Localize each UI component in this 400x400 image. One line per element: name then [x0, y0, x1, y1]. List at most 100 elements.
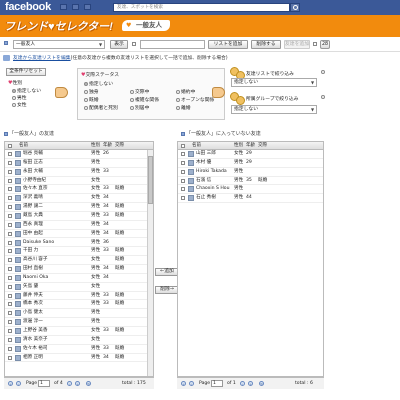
row-checkbox[interactable]: [8, 187, 12, 192]
relationship-option[interactable]: 交際中: [130, 88, 149, 95]
reset-filters-button[interactable]: 全条件リセット: [6, 68, 46, 76]
edit-friend-lists-link[interactable]: 友達から友達リストを編集: [13, 56, 71, 61]
table-row[interactable]: 山田 三郎 女性 29: [178, 150, 323, 159]
column-header-status[interactable]: 交際: [258, 142, 267, 150]
table-row[interactable]: 佐々木 裕司 男性 33 既婚: [5, 345, 148, 354]
row-checkbox[interactable]: [181, 196, 185, 201]
list-name-input[interactable]: [140, 40, 205, 49]
relationship-option[interactable]: 独身: [84, 88, 99, 95]
relationship-option[interactable]: 指定しない: [84, 80, 113, 87]
table-row[interactable]: 矢島 肇 女性: [5, 283, 148, 292]
column-header-age[interactable]: 年齢: [246, 142, 255, 150]
search-input[interactable]: 友達、スポットを検索: [113, 3, 290, 12]
gender-option[interactable]: 男性: [12, 94, 27, 101]
notifications-icon[interactable]: [84, 4, 91, 10]
relationship-option[interactable]: 別居中: [130, 104, 149, 111]
row-checkbox[interactable]: [8, 169, 12, 174]
row-checkbox[interactable]: [8, 213, 12, 218]
row-checkbox[interactable]: [8, 258, 12, 263]
friend-requests-icon[interactable]: [60, 4, 67, 10]
row-checkbox[interactable]: [8, 152, 12, 156]
table-row[interactable]: 石濱 信 男性 35 既婚: [178, 177, 323, 186]
relationship-option[interactable]: 婚約中: [176, 88, 195, 95]
add-to-list-button[interactable]: ←追加: [155, 268, 179, 276]
row-checkbox[interactable]: [8, 346, 12, 351]
column-header-name[interactable]: 名前: [19, 142, 28, 150]
table-row[interactable]: 渡邊 淳一 男性: [5, 318, 148, 327]
list-select[interactable]: 一般友人 ▼: [13, 40, 105, 49]
table-row[interactable]: 桜田 正志 男性: [5, 159, 148, 168]
refresh-icon[interactable]: ↻: [259, 381, 264, 386]
show-button[interactable]: 表示: [110, 40, 128, 49]
left-grid-scrollbar[interactable]: [147, 150, 153, 376]
row-checkbox[interactable]: [8, 196, 12, 201]
first-page-icon[interactable]: «: [181, 381, 186, 386]
remove-from-list-button[interactable]: 削除→: [155, 286, 179, 294]
table-row[interactable]: Chaoxin S Hou 男性: [178, 185, 323, 195]
table-row[interactable]: 蔵島 大典 男性 33 既婚: [5, 212, 148, 221]
table-row[interactable]: 堀谷 亮輔 男性 26: [5, 150, 148, 159]
last-page-icon[interactable]: »: [248, 381, 253, 386]
relationship-option[interactable]: 複雑な関係: [130, 96, 159, 103]
table-row[interactable]: Hiroki Takada 男性: [178, 168, 323, 177]
page-input[interactable]: 1: [38, 380, 50, 387]
row-checkbox[interactable]: [8, 337, 12, 342]
row-checkbox[interactable]: [8, 302, 12, 307]
disabled-add-friend-button[interactable]: 友達を追加: [284, 40, 310, 49]
row-checkbox[interactable]: [181, 152, 185, 156]
column-header-gender[interactable]: 性別: [234, 142, 243, 150]
table-row[interactable]: 千田 力 男性 33 既婚: [5, 247, 148, 257]
row-checkbox[interactable]: [8, 284, 12, 289]
refresh-icon[interactable]: ↻: [86, 381, 91, 386]
table-row[interactable]: 小野寺由紀 女性: [5, 177, 148, 186]
row-checkbox[interactable]: [8, 320, 12, 325]
table-row[interactable]: 深沢 義晴 女性 34: [5, 194, 148, 204]
row-checkbox[interactable]: [8, 329, 12, 333]
prev-page-icon[interactable]: ‹: [189, 381, 194, 386]
row-checkbox[interactable]: [181, 169, 185, 174]
last-page-icon[interactable]: »: [75, 381, 80, 386]
next-page-icon[interactable]: ›: [67, 381, 72, 386]
next-page-icon[interactable]: ›: [240, 381, 245, 386]
row-checkbox[interactable]: [8, 178, 12, 183]
row-checkbox[interactable]: [8, 267, 12, 272]
table-row[interactable]: Naomi Oka 女性 34: [5, 274, 148, 283]
column-header-status[interactable]: 交際: [115, 142, 124, 150]
select-all-checkbox[interactable]: [181, 144, 185, 148]
row-checkbox[interactable]: [8, 231, 12, 236]
group-filter-select[interactable]: 指定しない ▼: [231, 105, 317, 114]
column-header-age[interactable]: 年齢: [103, 142, 112, 150]
friend-list-filter-select[interactable]: 指定しない ▼: [231, 78, 317, 87]
row-checkbox[interactable]: [8, 160, 12, 165]
gender-option[interactable]: 女性: [12, 101, 27, 108]
table-row[interactable]: 田村 直樹 男性 34 既婚: [5, 265, 148, 274]
delete-button[interactable]: 削除する: [251, 40, 281, 49]
table-row[interactable]: 清水 美奈子 女性: [5, 336, 148, 345]
row-checkbox[interactable]: [8, 275, 12, 280]
row-checkbox[interactable]: [181, 178, 185, 183]
messages-icon[interactable]: [72, 4, 79, 10]
row-checkbox[interactable]: [8, 249, 12, 254]
row-checkbox[interactable]: [8, 311, 12, 316]
row-checkbox[interactable]: [8, 293, 12, 298]
first-page-icon[interactable]: «: [8, 381, 13, 386]
row-checkbox[interactable]: [181, 160, 185, 165]
facebook-logo[interactable]: facebook: [5, 1, 51, 13]
table-row[interactable]: 小島 健太 男性: [5, 309, 148, 319]
scrollbar-thumb[interactable]: [148, 156, 153, 204]
table-row[interactable]: 木村 優 男性 29: [178, 159, 323, 168]
table-row[interactable]: 佐々木 直宗 女性 33 既婚: [5, 185, 148, 195]
option-checkbox[interactable]: [313, 42, 317, 46]
add-list-button[interactable]: リストを追加: [208, 40, 248, 49]
show-option-checkbox[interactable]: [132, 42, 136, 46]
table-row[interactable]: 上野谷 美香 女性 33 既婚: [5, 327, 148, 336]
row-checkbox[interactable]: [8, 355, 12, 360]
search-icon[interactable]: [290, 3, 300, 12]
relationship-option[interactable]: オープンな関係: [176, 96, 214, 103]
column-header-gender[interactable]: 性別: [91, 142, 100, 150]
row-checkbox[interactable]: [8, 205, 12, 210]
table-row[interactable]: 藤井 伸夫 男性 33 既婚: [5, 292, 148, 301]
table-row[interactable]: 永田 大輔 男性 33: [5, 168, 148, 177]
relationship-option[interactable]: 離婚: [176, 104, 191, 111]
select-all-checkbox[interactable]: [8, 144, 12, 148]
